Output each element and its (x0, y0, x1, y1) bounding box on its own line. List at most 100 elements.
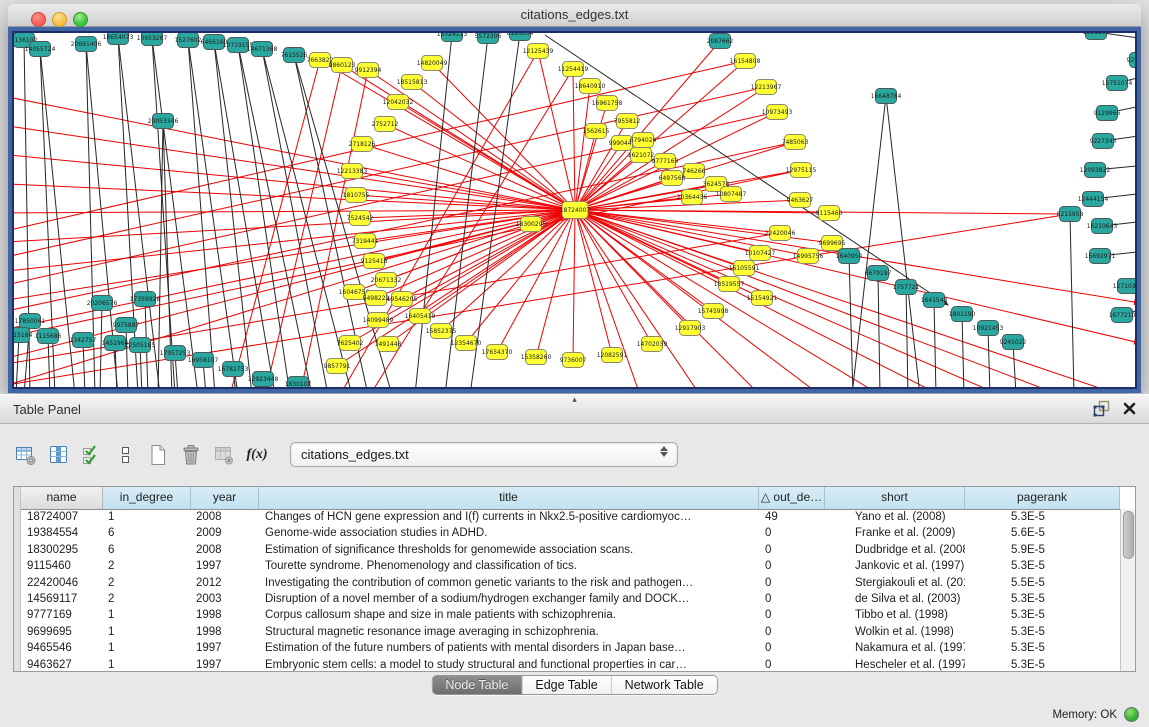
graph-node-14995756[interactable]: 14995756 (793, 249, 824, 264)
table-row[interactable]: 946554611997Estimation of the future num… (21, 640, 1120, 656)
graph-node-1115686[interactable]: 1115686 (35, 329, 62, 344)
graph-node-2087662[interactable]: 2087662 (707, 34, 734, 49)
graph-node-12917903[interactable]: 12917903 (675, 321, 706, 336)
graph-node-9777169[interactable]: 9777169 (652, 154, 679, 169)
graph-node-6794024[interactable]: 6794024 (630, 133, 657, 148)
graph-node-16105591[interactable]: 16105591 (729, 261, 760, 276)
graph-node-1527602[interactable]: 1527602 (175, 33, 202, 48)
graph-node-7524542[interactable]: 7524542 (347, 211, 374, 226)
graph-node-12042032[interactable]: 12042032 (383, 95, 414, 110)
table-selector-dropdown[interactable]: citations_edges.txt (290, 442, 678, 467)
graph-node-7955812[interactable]: 7955812 (614, 114, 641, 129)
graph-node-1677210[interactable]: 1677210 (1109, 308, 1135, 323)
graph-node-17634370[interactable]: 17634370 (482, 345, 513, 360)
graph-node-20691406[interactable]: 20691406 (71, 37, 102, 52)
graph-node-15692971[interactable]: 15692971 (1085, 249, 1116, 264)
graph-node-9860123[interactable]: 9860123 (329, 58, 356, 73)
graph-node-14820049[interactable]: 14820049 (417, 56, 448, 71)
row-height-icon[interactable] (113, 442, 137, 468)
table-row[interactable]: 969969511998Structural magnetic resonanc… (21, 624, 1120, 640)
tab-node-table[interactable]: Node Table (432, 676, 521, 694)
graph-node-6497568[interactable]: 6497568 (659, 171, 686, 186)
graph-node-12975115[interactable]: 12975115 (786, 163, 817, 178)
column-header-title[interactable]: title (259, 487, 759, 509)
graph-node-16961758[interactable]: 16961758 (592, 96, 623, 111)
graph-node-16210643[interactable]: 16210643 (1087, 219, 1118, 234)
graph-node-10653267[interactable]: 10653267 (137, 33, 168, 46)
graph-node-9115460[interactable]: 9115460 (816, 206, 843, 221)
graph-node-7319441[interactable]: 7319441 (352, 234, 379, 249)
table-panel-titlebar[interactable]: ▴ Table Panel (0, 394, 1149, 424)
select-all-icon[interactable] (80, 442, 104, 468)
tab-edge-table[interactable]: Edge Table (521, 676, 610, 694)
graph-node-1830107[interactable]: 1830107 (285, 377, 312, 388)
graph-node-20671332[interactable]: 20671332 (371, 273, 402, 288)
table-scrollbar[interactable] (1120, 509, 1135, 671)
graph-node-9245022[interactable]: 9245022 (1000, 335, 1027, 350)
graph-node-9912394[interactable]: 9912394 (355, 63, 382, 78)
window-titlebar[interactable]: citations_edges.txt (8, 4, 1141, 27)
tab-network-table[interactable]: Network Table (611, 676, 717, 694)
column-header-in_degree[interactable]: in_degree (103, 487, 191, 509)
graph-node-1491448[interactable]: 1491448 (375, 337, 402, 352)
column-header-name[interactable]: name (21, 487, 103, 509)
graph-node-16405419[interactable]: 16405419 (405, 309, 436, 324)
graph-node-2752712[interactable]: 2752712 (372, 117, 399, 132)
graph-node-12444154[interactable]: 12444154 (1078, 192, 1109, 207)
table-settings-icon[interactable] (14, 442, 38, 468)
graph-node-20364436[interactable]: 20364436 (677, 190, 708, 205)
memory-ok-indicator[interactable] (1124, 707, 1139, 722)
graph-node-12082591[interactable]: 12082591 (597, 348, 628, 363)
table-row[interactable]: 1830029562008Estimation of significance … (21, 542, 1120, 558)
float-panel-icon[interactable] (1093, 400, 1110, 417)
graph-node-8215958[interactable]: 8215958 (1057, 207, 1084, 222)
graph-node-18724007[interactable]: 18724007 (560, 202, 591, 219)
graph-node-9463627[interactable]: 9463627 (787, 193, 814, 208)
graph-node-1342757[interactable]: 1342757 (70, 333, 97, 348)
function-builder-icon[interactable]: f(x) (245, 442, 269, 468)
graph-node-18654073[interactable]: 18654073 (103, 33, 134, 45)
graph-node-1810755[interactable]: 1810755 (343, 188, 370, 203)
graph-node-9129966[interactable]: 9129966 (1094, 106, 1121, 121)
graph-node-9736007[interactable]: 9736007 (560, 353, 587, 368)
graph-node-22420046[interactable]: 22420046 (765, 226, 796, 241)
graph-node-1562615[interactable]: 1562615 (583, 124, 610, 139)
scrollbar-thumb[interactable] (1123, 511, 1134, 559)
table-row[interactable]: 911546021997Tourette syndrome. Phenomeno… (21, 558, 1120, 574)
graph-node-9125418[interactable]: 9125418 (361, 254, 388, 269)
panel-divider-grip[interactable]: ▴ (572, 395, 577, 404)
column-header-year[interactable]: year (191, 487, 259, 509)
trash-icon[interactable] (179, 442, 203, 468)
graph-node-7615526[interactable]: 7615526 (281, 48, 308, 63)
graph-node-1801190[interactable]: 1801190 (949, 307, 976, 322)
graph-node-15724113[interactable]: 15724113 (437, 33, 468, 42)
graph-node-12213967[interactable]: 12213967 (751, 80, 782, 95)
graph-node-18515813[interactable]: 18515813 (397, 75, 428, 90)
graph-node-18640910[interactable]: 18640910 (575, 79, 606, 94)
graph-node-14702039[interactable]: 14702039 (637, 337, 668, 352)
graph-node-12093822[interactable]: 12093822 (1080, 163, 1111, 178)
graph-node-8183054[interactable]: 8183054 (507, 33, 534, 41)
graph-node-2718126[interactable]: 2718126 (349, 137, 376, 152)
graph-node-17359928[interactable]: 17359928 (130, 292, 161, 307)
graph-node-16648784[interactable]: 16648784 (871, 89, 902, 104)
graph-node-15358260[interactable]: 15358260 (521, 350, 552, 365)
graph-node-12213383[interactable]: 12213383 (337, 164, 368, 179)
graph-node-11254419[interactable]: 11254419 (558, 62, 589, 77)
table-row[interactable]: 946362711997Embryonic stem cells: a mode… (21, 657, 1120, 671)
graph-node-14099489[interactable]: 14099489 (363, 313, 394, 328)
new-document-icon[interactable] (146, 442, 170, 468)
graph-node-20206576[interactable]: 20206576 (87, 296, 118, 311)
graph-node-16782753[interactable]: 16782753 (218, 362, 249, 377)
table-row[interactable]: 1456911722003Disruption of a novel membe… (21, 591, 1120, 607)
graph-node-12710358[interactable]: 12710358 (1113, 279, 1135, 294)
graph-node-9227343[interactable]: 9227343 (1090, 134, 1117, 149)
table-row[interactable]: 1872400712008Changes of HCN gene express… (21, 509, 1120, 525)
graph-node-5498222[interactable]: 5498222 (363, 291, 390, 306)
graph-node-16154808[interactable]: 16154808 (730, 54, 761, 69)
graph-node-5572306[interactable]: 5572306 (475, 33, 502, 44)
table-row[interactable]: 977716911998Corpus callosum shape and si… (21, 607, 1120, 623)
network-canvas[interactable]: 1872400718300295112544191864091016961758… (14, 33, 1135, 387)
graph-node-1640954[interactable]: 1640954 (836, 249, 863, 264)
citation-network-graph[interactable]: 1872400718300295112544191864091016961758… (14, 33, 1135, 387)
